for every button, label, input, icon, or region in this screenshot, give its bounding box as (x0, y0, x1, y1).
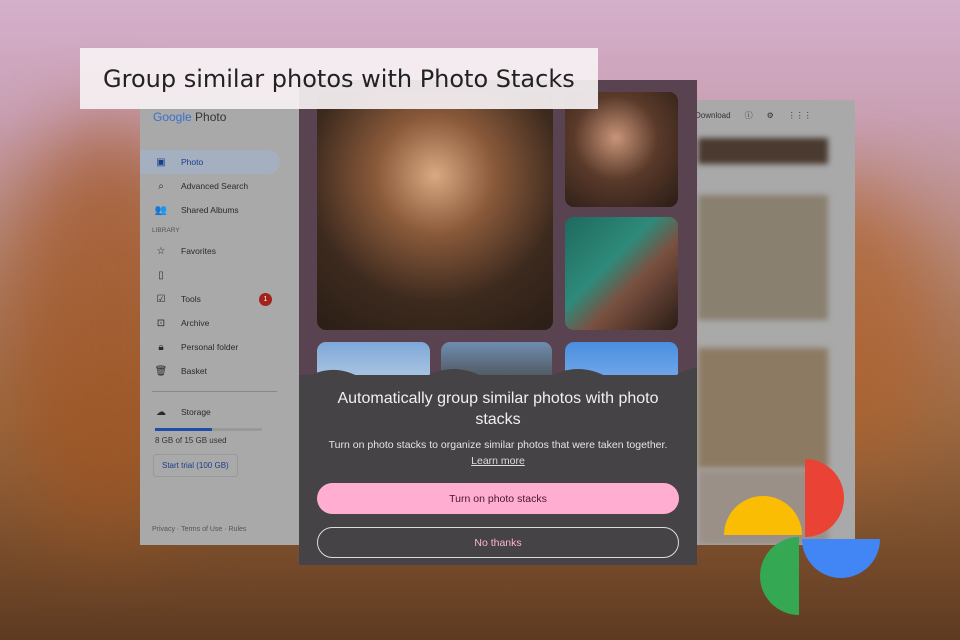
dialog-description: Turn on photo stacks to organize similar… (328, 439, 668, 451)
storage-used: 8 GB of 15 GB used (155, 436, 227, 445)
sidebar-item-tools[interactable]: ☑ Tools 1 (140, 287, 280, 311)
cloud-icon: ☁ (156, 406, 166, 418)
sidebar-item-label: Storage (181, 407, 211, 417)
photo-thumbnail[interactable] (698, 138, 828, 164)
sidebar-item-label: Shared Albums (181, 205, 239, 215)
gear-icon[interactable]: ⚙ (767, 111, 774, 120)
sidebar-item-label: Personal folder (181, 342, 239, 352)
dialog-subtitle: Turn on photo stacks to organize similar… (299, 437, 697, 469)
dialog-title: Automatically group similar photos with … (337, 390, 659, 428)
sidebar-item-label: Basket (181, 366, 207, 376)
sidebar-item-advanced-search[interactable]: ⌕ Advanced Search (140, 174, 280, 198)
portrait-photo-large[interactable] (317, 92, 553, 330)
photo-thumbnail[interactable] (698, 348, 828, 468)
people-icon: 👥 (154, 204, 168, 216)
sidebar-item-archive[interactable]: ⊡ Archive (140, 311, 280, 335)
notification-badge: 1 (259, 292, 272, 306)
sidebar-item-device[interactable]: ▯ (140, 263, 280, 287)
sidebar-item-photo[interactable]: ▣ Photo (140, 150, 280, 174)
privacy-link[interactable]: Privacy (152, 526, 175, 533)
lock-icon: 🔒︎ (158, 341, 164, 353)
sidebar-item-favorites[interactable]: ☆ Favorites (140, 239, 280, 263)
sidebar-item-personal-folder[interactable]: 🔒︎ Personal folder (140, 335, 280, 359)
start-trial-button[interactable]: Start trial (100 GB) (153, 454, 238, 477)
search-icon: ⌕ (158, 180, 164, 192)
sidebar-item-label: Tools (181, 294, 201, 304)
sidebar-item-storage[interactable]: ☁ Storage (140, 400, 280, 424)
library-heading: LIBRARY (152, 227, 180, 234)
app-logo: Google Photo (153, 110, 226, 124)
phone-icon: ▯ (158, 269, 164, 281)
google-photos-logo-icon (724, 459, 880, 615)
star-icon: ☆ (156, 245, 166, 257)
learn-more-link[interactable]: Learn more (299, 453, 697, 469)
storage-bar-fill (155, 428, 212, 431)
sidebar-item-label: Archive (181, 318, 210, 328)
rules-link[interactable]: Rules (229, 526, 247, 533)
trash-icon: 🗑︎ (154, 365, 168, 377)
portrait-photo[interactable] (565, 217, 678, 330)
image-icon: ▣ (156, 156, 166, 168)
sidebar-item-label: Advanced Search (181, 181, 249, 191)
no-thanks-button[interactable]: No thanks (317, 527, 679, 558)
sidebar-item-label: Photo (181, 157, 204, 167)
sidebar-item-shared-albums[interactable]: 👥 Shared Albums (140, 198, 280, 222)
apps-grid-icon[interactable]: ⋮⋮⋮ (788, 111, 812, 120)
top-toolbar: Download ⓘ ⚙ ⋮⋮⋮ (695, 110, 812, 121)
storage-bar (155, 428, 262, 431)
sidebar-item-label: Favorites (181, 246, 216, 256)
tools-icon: ☑ (156, 293, 166, 305)
portrait-photo[interactable] (565, 92, 678, 207)
logo-google: Google (153, 110, 192, 124)
archive-icon: ⊡ (156, 317, 166, 329)
photo-stacks-dialog: Automatically group similar photos with … (299, 80, 697, 565)
divider (152, 391, 277, 392)
photo-thumbnail[interactable] (698, 195, 828, 320)
sidebar-item-basket[interactable]: 🗑︎ Basket (140, 359, 280, 383)
help-icon[interactable]: ⓘ (745, 110, 753, 121)
turn-on-photo-stacks-button[interactable]: Turn on photo stacks (317, 483, 679, 514)
logo-photo: Photo (195, 110, 227, 124)
download-button[interactable]: Download (695, 111, 731, 120)
terms-link[interactable]: Terms of Use (181, 526, 222, 533)
sidebar: ▣ Photo ⌕ Advanced Search 👥 Shared Albums L… (140, 150, 280, 477)
footer-links: Privacy · Terms of Use · Rules (152, 526, 247, 533)
caption-banner: Group similar photos with Photo Stacks (80, 48, 598, 109)
